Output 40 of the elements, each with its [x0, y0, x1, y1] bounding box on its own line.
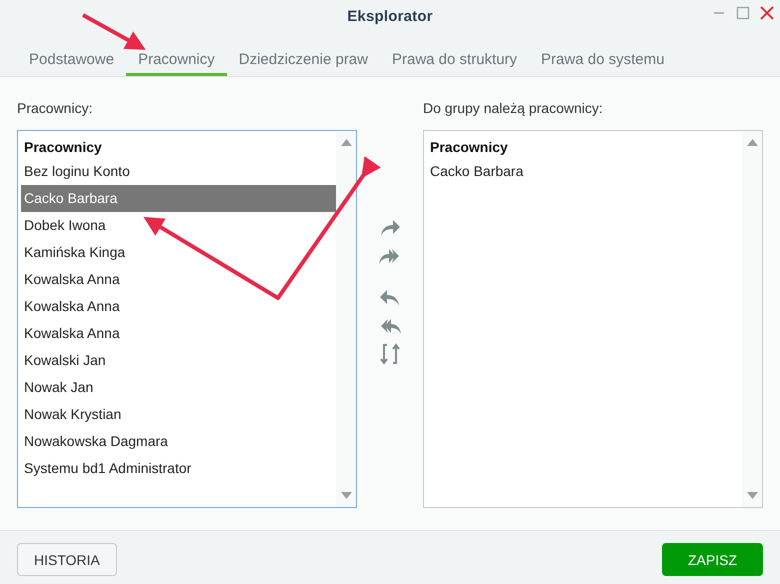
list-item[interactable]: Dobek Iwona: [21, 212, 336, 239]
tab[interactable]: Pracownicy: [126, 46, 227, 76]
list-item[interactable]: Kowalski Jan: [21, 347, 336, 374]
list-item[interactable]: Systemu bd1 Administrator: [21, 455, 336, 482]
scroll-down-icon[interactable]: [746, 492, 758, 499]
list-item[interactable]: Cacko Barbara: [427, 158, 742, 185]
close-icon[interactable]: [760, 6, 774, 20]
list-label: Do grupy należą pracownicy:: [423, 99, 603, 118]
list-item[interactable]: Cacko Barbara: [21, 185, 336, 212]
move-all-right-icon[interactable]: [378, 247, 402, 265]
tab[interactable]: Prawa do systemu: [529, 46, 676, 76]
scroll-up-icon[interactable]: [340, 139, 352, 146]
list-item[interactable]: Nowak Krystian: [21, 401, 336, 428]
tab[interactable]: Dziedziczenie praw: [226, 46, 380, 76]
scroll-up-icon[interactable]: [746, 139, 758, 146]
scrollbar[interactable]: [742, 131, 762, 507]
move-left-icon[interactable]: [379, 289, 401, 307]
list-item[interactable]: Kamińska Kinga: [21, 239, 336, 266]
list-box[interactable]: Pracownicy Bez loginu Konto Cacko Barbara Dobek Iwona Kamińska Kinga Kowalska Anna Kowalska Anna Kowalska Anna Kowalski Jan Nowak Jan Nowak Krystian Nowakowska Dagmara Systemu bd1 Administrator: [17, 130, 357, 508]
scroll-down-icon[interactable]: [340, 492, 352, 499]
scrollbar[interactable]: [336, 131, 356, 507]
history-button[interactable]: HISTORIA: [17, 543, 117, 576]
list-header: Pracownicy: [429, 138, 508, 157]
list-label: Pracownicy:: [17, 99, 92, 118]
tab[interactable]: Podstawowe: [17, 46, 126, 76]
list-item[interactable]: Kowalska Anna: [21, 320, 336, 347]
window-title: Eksplorator: [347, 8, 433, 24]
save-button[interactable]: ZAPISZ: [662, 543, 763, 576]
move-right-icon[interactable]: [379, 219, 401, 237]
list-box[interactable]: Pracownicy Cacko Barbara: [423, 130, 763, 508]
list-item[interactable]: Bez loginu Konto: [21, 158, 336, 185]
tab[interactable]: Prawa do struktury: [380, 46, 530, 76]
list-item[interactable]: Nowakowska Dagmara: [21, 428, 336, 455]
list-item[interactable]: Kowalska Anna: [21, 293, 336, 320]
maximize-icon[interactable]: [736, 6, 750, 20]
list-header: Pracownicy: [23, 138, 102, 157]
swap-icon[interactable]: [380, 343, 400, 365]
list-item[interactable]: Nowak Jan: [21, 374, 336, 401]
list-item[interactable]: Kowalska Anna: [21, 266, 336, 293]
annotation-arrow: [82, 13, 146, 50]
